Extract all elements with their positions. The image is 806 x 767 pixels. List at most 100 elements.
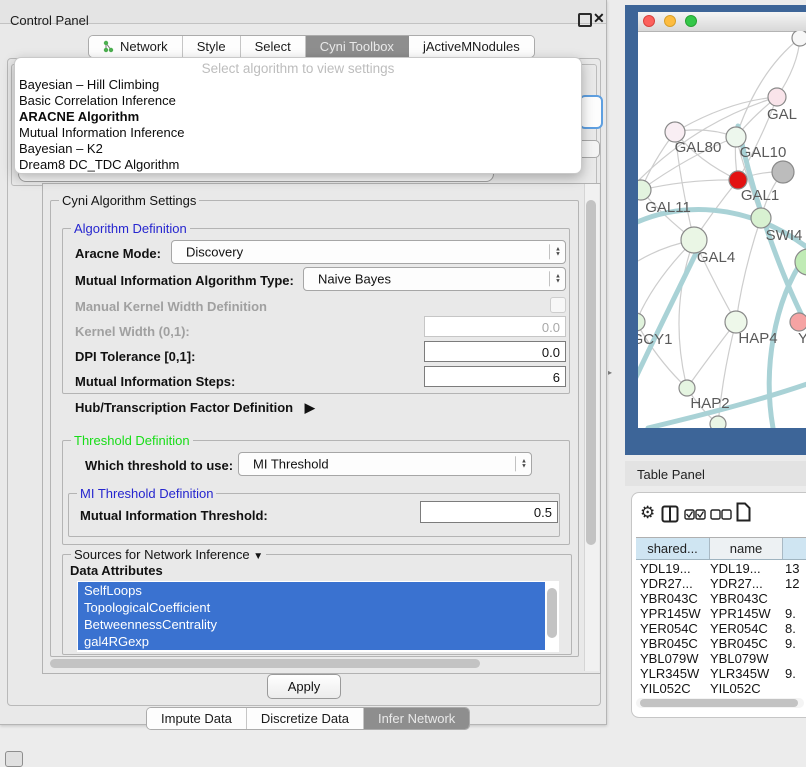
- network-node[interactable]: [792, 31, 806, 46]
- network-canvas[interactable]: GALGAL80GAL10GAL1GAL11SWI4GAL4GCY1HAP4YH…: [638, 31, 806, 428]
- close-icon[interactable]: ✕: [593, 10, 605, 27]
- mi-steps-field[interactable]: 6: [424, 366, 566, 387]
- algorithm-option-aracne-algorithm[interactable]: ARACNE Algorithm: [15, 109, 581, 125]
- table-body: YDL19...YDL19...13YDR27...YDR27...12YBR0…: [636, 561, 806, 696]
- split-pane-icon[interactable]: [661, 505, 679, 523]
- settings-hscroll-thumb[interactable]: [50, 659, 480, 668]
- network-edge[interactable]: [641, 180, 738, 190]
- mi-type-combo[interactable]: Naive Bayes ▲▼: [303, 267, 566, 291]
- network-node[interactable]: [710, 416, 726, 428]
- table-cell: [785, 591, 806, 606]
- minimized-panel-icon[interactable]: [5, 751, 23, 767]
- table-cell: YIL052C: [636, 681, 710, 696]
- tab-jactivemnodules[interactable]: jActiveMNodules: [409, 36, 534, 57]
- close-traffic-light-icon[interactable]: [643, 15, 655, 27]
- tab-style[interactable]: Style: [183, 36, 241, 57]
- apply-button[interactable]: Apply: [267, 674, 341, 699]
- table-hscroll-thumb[interactable]: [640, 699, 798, 707]
- splitter-arrow-icon[interactable]: ▸: [608, 368, 612, 377]
- table-cell: YDL19...: [636, 561, 710, 576]
- tab-infer-network[interactable]: Infer Network: [364, 708, 469, 729]
- tab-discretize-data[interactable]: Discretize Data: [247, 708, 364, 729]
- attr-list-scrollbar[interactable]: [547, 588, 557, 638]
- algorithm-option-mutual-information-inference[interactable]: Mutual Information Inference: [15, 125, 581, 141]
- mi-threshold-title: MI Threshold Definition: [77, 486, 216, 501]
- network-edge[interactable]: [736, 218, 761, 322]
- control-panel-title: Control Panel: [10, 13, 89, 28]
- tab-label: Impute Data: [161, 711, 232, 726]
- tab-select[interactable]: Select: [241, 36, 306, 57]
- table-row[interactable]: YLR345WYLR345W9.: [636, 666, 806, 681]
- mi-threshold-label: Mutual Information Threshold:: [80, 508, 268, 523]
- unchecked-boxes-icon[interactable]: [710, 509, 732, 520]
- zoom-traffic-light-icon[interactable]: [685, 15, 697, 27]
- tab-label: Cyni Toolbox: [320, 39, 394, 54]
- network-node[interactable]: [679, 380, 695, 396]
- table-cell: YBR045C: [636, 636, 710, 651]
- algorithm-option-basic-correlation-inference[interactable]: Basic Correlation Inference: [15, 93, 581, 109]
- attribute-list-item[interactable]: TopologicalCoefficient: [78, 599, 545, 616]
- data-attributes-items: SelfLoopsTopologicalCoefficientBetweenne…: [78, 582, 545, 650]
- attribute-list-item[interactable]: BetweennessCentrality: [78, 616, 545, 633]
- network-node[interactable]: [768, 88, 786, 106]
- table-row[interactable]: YBR045CYBR045C9.: [636, 636, 806, 651]
- tab-impute-data[interactable]: Impute Data: [147, 708, 247, 729]
- kernel-width-label: Kernel Width (0,1):: [75, 324, 190, 339]
- network-node[interactable]: [790, 313, 806, 331]
- table-row[interactable]: YBL079WYBL079W: [636, 651, 806, 666]
- table-cell: 9.: [785, 636, 806, 651]
- tab-label: jActiveMNodules: [423, 39, 520, 54]
- tab-cyni-toolbox[interactable]: Cyni Toolbox: [306, 36, 409, 57]
- table-row[interactable]: YIL052CYIL052C: [636, 681, 806, 696]
- algorithm-option-bayesian-hill-climbing[interactable]: Bayesian – Hill Climbing: [15, 77, 581, 93]
- minimize-traffic-light-icon[interactable]: [664, 15, 676, 27]
- settings-vscroll-thumb[interactable]: [586, 200, 596, 545]
- mi-type-value: Naive Bayes: [318, 272, 391, 287]
- column-header-shared[interactable]: shared...: [636, 538, 710, 559]
- table-row[interactable]: YER054CYER054C8.: [636, 621, 806, 636]
- table-row[interactable]: YDR27...YDR27...12: [636, 576, 806, 591]
- table-header-row: shared... name: [636, 537, 806, 560]
- network-node[interactable]: [751, 208, 771, 228]
- table-row[interactable]: YBR043CYBR043C: [636, 591, 806, 606]
- float-window-icon[interactable]: [578, 13, 592, 27]
- table-cell: YBL079W: [710, 651, 785, 666]
- algorithm-definition-title: Algorithm Definition: [71, 221, 190, 236]
- aracne-mode-combo[interactable]: Discovery ▲▼: [171, 240, 566, 264]
- collapse-arrow-icon[interactable]: ▼: [253, 551, 263, 562]
- table-panel-title: Table Panel: [637, 467, 705, 482]
- kernel-width-field[interactable]: 0.0: [424, 316, 566, 337]
- network-node[interactable]: [638, 313, 645, 331]
- table-cell: [785, 681, 806, 696]
- attribute-list-item[interactable]: SelfLoops: [78, 582, 545, 599]
- algorithm-option-dream8-dc-tdc-algorithm[interactable]: Dream8 DC_TDC Algorithm: [15, 157, 581, 173]
- dpi-tolerance-field[interactable]: 0.0: [424, 341, 566, 362]
- node-label: GAL10: [740, 144, 787, 161]
- algorithm-option-bayesian-k2[interactable]: Bayesian – K2: [15, 141, 581, 157]
- network-node[interactable]: [772, 161, 794, 183]
- table-cell: 13: [785, 561, 806, 576]
- which-threshold-combo[interactable]: MI Threshold ▲▼: [238, 452, 532, 476]
- table-cell: YIL052C: [710, 681, 785, 696]
- table-row[interactable]: YPR145WYPR145W9.: [636, 606, 806, 621]
- node-label: GAL11: [645, 199, 691, 216]
- node-label: GCY1: [638, 331, 672, 348]
- attribute-list-item[interactable]: gal4RGexp: [78, 633, 545, 650]
- manual-kernel-checkbox[interactable]: [550, 297, 566, 313]
- checked-boxes-icon[interactable]: [684, 509, 706, 520]
- network-node[interactable]: [638, 180, 651, 200]
- table-row[interactable]: YDL19...YDL19...13: [636, 561, 806, 576]
- dpi-tolerance-label: DPI Tolerance [0,1]:: [75, 349, 195, 364]
- tab-network[interactable]: Network: [89, 36, 183, 57]
- expand-arrow-icon[interactable]: ▶: [305, 400, 315, 416]
- document-icon[interactable]: [736, 502, 751, 522]
- table-cell: YER054C: [636, 621, 710, 636]
- hub-definition-label[interactable]: Hub/Transcription Factor Definition ▶: [75, 400, 315, 416]
- focused-combo-button[interactable]: [579, 95, 603, 129]
- sources-title[interactable]: Sources for Network Inference ▼: [71, 547, 266, 562]
- mi-threshold-field[interactable]: 0.5: [420, 501, 558, 523]
- column-header-partial[interactable]: [783, 538, 806, 559]
- tab-label: Infer Network: [378, 711, 455, 726]
- gear-icon[interactable]: ⚙: [640, 503, 655, 523]
- column-header-name[interactable]: name: [710, 538, 783, 559]
